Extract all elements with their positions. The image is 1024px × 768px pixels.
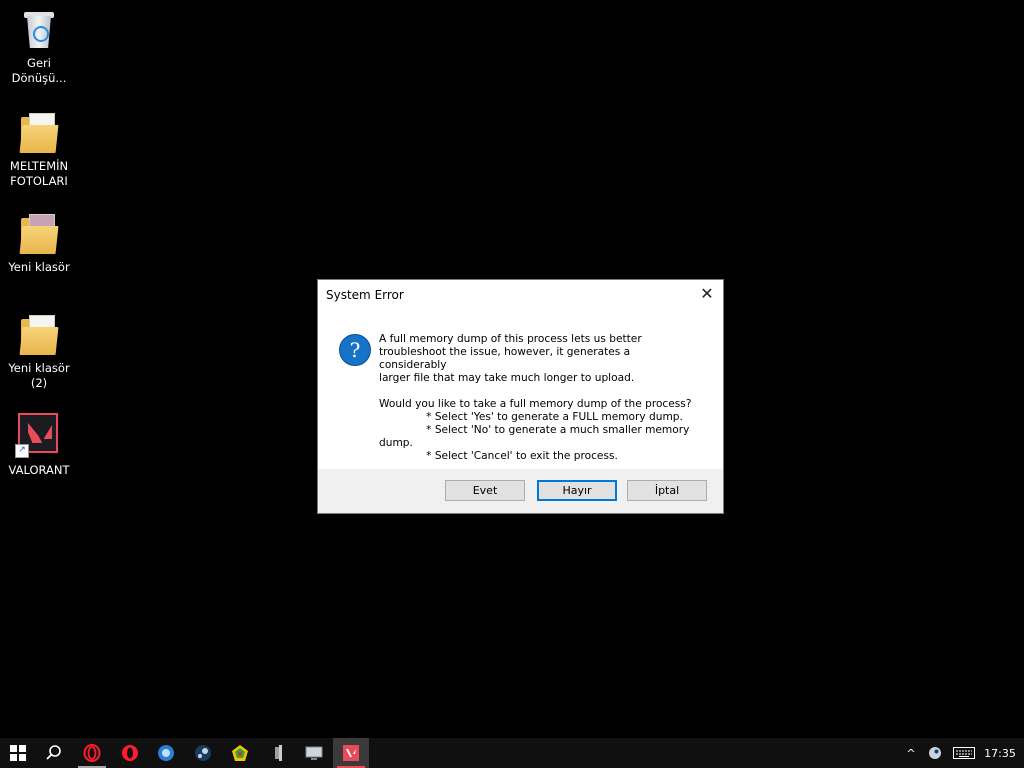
search-icon bbox=[46, 745, 61, 760]
desktop-icon-label: VALORANT bbox=[8, 463, 70, 477]
valorant-icon bbox=[343, 745, 359, 761]
desktop-icon-meltemin-fotolari[interactable]: MELTEMİN FOTOLARI bbox=[0, 111, 78, 189]
desktop-icon-label: Yeni klasör bbox=[8, 260, 70, 274]
desktop-icon-label: Geri Dönüşü... bbox=[11, 56, 67, 85]
tray-chevron-icon[interactable]: ^ bbox=[900, 738, 922, 768]
steam-icon bbox=[195, 745, 211, 761]
question-icon: ? bbox=[339, 334, 371, 366]
folder-icon bbox=[17, 313, 61, 357]
desktop-icon-valorant[interactable]: ↗ VALORANT bbox=[0, 413, 78, 478]
taskbar-valorant[interactable] bbox=[333, 738, 369, 768]
folder-icon bbox=[17, 212, 61, 256]
desktop-icon-yeni-klasor[interactable]: Yeni klasör bbox=[0, 212, 78, 275]
taskbar: ^ 17:35 bbox=[0, 738, 1024, 768]
monitor-icon bbox=[305, 746, 323, 760]
colorful-app-icon bbox=[232, 745, 248, 761]
start-button[interactable] bbox=[0, 738, 36, 768]
taskbar-opera[interactable] bbox=[112, 738, 148, 768]
shortcut-arrow-icon: ↗ bbox=[15, 444, 29, 458]
blue-app-icon bbox=[158, 745, 174, 761]
windows-icon bbox=[10, 745, 26, 761]
desktop-icon-yeni-klasor-2[interactable]: Yeni klasör (2) bbox=[0, 313, 78, 391]
desktop-icon-label: MELTEMİN FOTOLARI bbox=[9, 159, 69, 188]
tray-keyboard[interactable] bbox=[950, 738, 978, 768]
no-button[interactable]: Hayır bbox=[537, 480, 617, 501]
close-icon[interactable]: ✕ bbox=[697, 284, 717, 304]
recycle-bin-icon bbox=[17, 8, 61, 52]
yes-button[interactable]: Evet bbox=[445, 480, 525, 501]
taskbar-clock[interactable]: 17:35 bbox=[982, 738, 1018, 768]
system-error-dialog: System Error ✕ ? A full memory dump of t… bbox=[317, 279, 724, 514]
taskbar-colorful-app[interactable] bbox=[222, 738, 258, 768]
taskbar-steam[interactable] bbox=[185, 738, 221, 768]
dialog-title: System Error bbox=[326, 288, 404, 302]
valorant-icon: ↗ bbox=[15, 413, 61, 458]
desktop-icon-recycle-bin[interactable]: Geri Dönüşü... bbox=[0, 8, 78, 86]
keyboard-icon bbox=[953, 747, 975, 759]
tray-steam[interactable] bbox=[924, 738, 946, 768]
taskbar-app-blue[interactable] bbox=[148, 738, 184, 768]
taskbar-audio-app[interactable] bbox=[259, 738, 295, 768]
search-button[interactable] bbox=[36, 738, 72, 768]
desktop-icon-label: Yeni klasör (2) bbox=[8, 361, 70, 390]
taskbar-opera-gx[interactable] bbox=[74, 738, 110, 768]
dialog-message: A full memory dump of this process lets … bbox=[379, 333, 692, 462]
opera-icon bbox=[122, 745, 138, 761]
dialog-button-bar: Evet Hayır İptal bbox=[318, 469, 723, 513]
cancel-button[interactable]: İptal bbox=[627, 480, 707, 501]
taskbar-remote-app[interactable] bbox=[296, 738, 332, 768]
speaker-icon bbox=[275, 745, 282, 761]
steam-icon bbox=[929, 747, 941, 759]
folder-icon bbox=[17, 111, 61, 155]
opera-gx-icon bbox=[83, 744, 101, 762]
